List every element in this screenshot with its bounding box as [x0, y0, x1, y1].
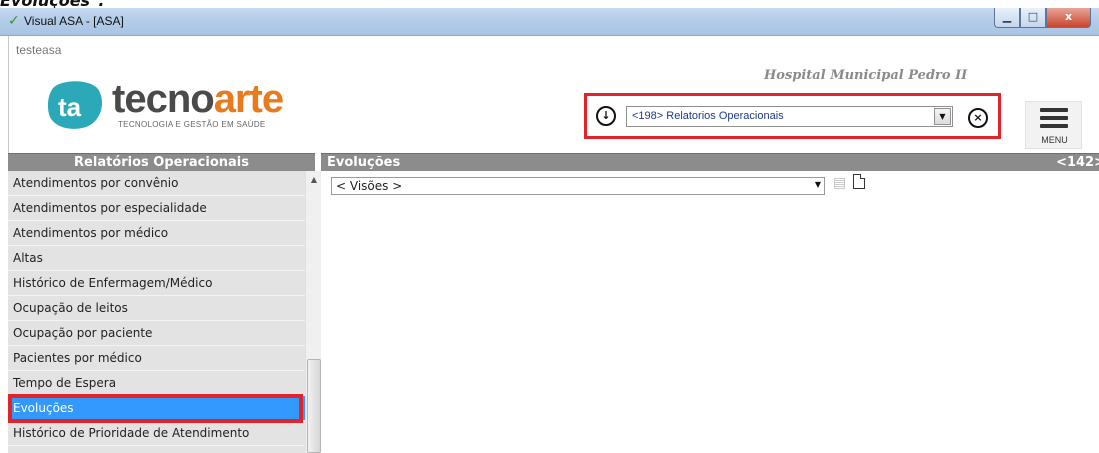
svg-text:ta: ta [58, 92, 82, 122]
report-dropdown[interactable]: <198> Relatorios Operacionais ▼ [626, 106, 953, 127]
list-item[interactable]: Histórico de Prioridade de Atendimento [8, 421, 305, 446]
report-selector-frame: ↓ <198> Relatorios Operacionais ▼ × [584, 93, 1001, 139]
list-item[interactable]: Atendimentos por especialidade [8, 196, 305, 221]
user-name: testeasa [16, 43, 62, 57]
right-panel-title: Evoluções [327, 155, 401, 170]
list-item[interactable]: Tempo de Espera [8, 371, 305, 396]
right-panel-header: Evoluções <142> [321, 153, 1099, 171]
chevron-down-icon[interactable]: ▼ [934, 108, 951, 125]
selection-highlight-frame [8, 394, 303, 423]
menu-button[interactable]: MENU [1025, 101, 1082, 149]
visoes-dropdown-value: < Visões > [336, 179, 403, 193]
scroll-up-icon[interactable]: ▲ [306, 175, 322, 189]
title-bar: ✓ Visual ASA - [ASA] ▁ □ x [0, 8, 1099, 36]
chevron-down-icon[interactable]: ▼ [815, 180, 821, 189]
minimize-button[interactable]: ▁ [994, 8, 1020, 28]
window-title: Visual ASA - [ASA] [24, 14, 124, 28]
list-item[interactable]: Pacientes por médico [8, 346, 305, 371]
list-item[interactable]: Histórico de Enfermagem/Médico [8, 271, 305, 296]
report-code: <142> [1056, 155, 1099, 170]
hamburger-icon [1040, 108, 1068, 132]
right-panel-body: < Visões > ▼ ▤ [321, 171, 1099, 453]
list-scrollbar[interactable]: ▲ [305, 171, 321, 453]
maximize-button[interactable]: □ [1020, 8, 1046, 28]
logo-tagline: TECNOLOGIA E GESTÃO EM SAÚDE [118, 120, 266, 129]
close-window-button[interactable]: x [1046, 8, 1091, 28]
list-item[interactable]: Altas [8, 246, 305, 271]
list-item[interactable]: Ocupação por paciente [8, 321, 305, 346]
scroll-thumb[interactable] [307, 359, 321, 453]
new-document-icon[interactable] [853, 174, 865, 189]
list-item[interactable]: Atendimentos por médico [8, 221, 305, 246]
app-icon: ✓ [8, 13, 20, 29]
hospital-name: Hospital Municipal Pedro II [764, 68, 968, 83]
logo-mark-icon: ta [47, 81, 102, 129]
visoes-dropdown[interactable]: < Visões > ▼ [331, 177, 825, 195]
logo-wordmark: tecnoarte [112, 77, 284, 121]
left-panel-title: Relatórios Operacionais [8, 153, 315, 171]
properties-icon[interactable]: ▤ [833, 175, 846, 191]
tecnoarte-logo: ta tecnoarte TECNOLOGIA E GESTÃO EM SAÚD… [46, 77, 306, 131]
list-item[interactable]: Ocupação de leitos [8, 296, 305, 321]
report-dropdown-value: <198> Relatorios Operacionais [632, 110, 784, 122]
app-root: Evoluções". ✓ Visual ASA - [ASA] ▁ □ x t… [0, 0, 1099, 453]
close-circle-icon[interactable]: × [968, 108, 988, 128]
menu-label: MENU [1041, 135, 1068, 145]
download-circle-icon[interactable]: ↓ [596, 106, 616, 126]
list-item[interactable]: Atendimentos por convênio [8, 171, 305, 196]
